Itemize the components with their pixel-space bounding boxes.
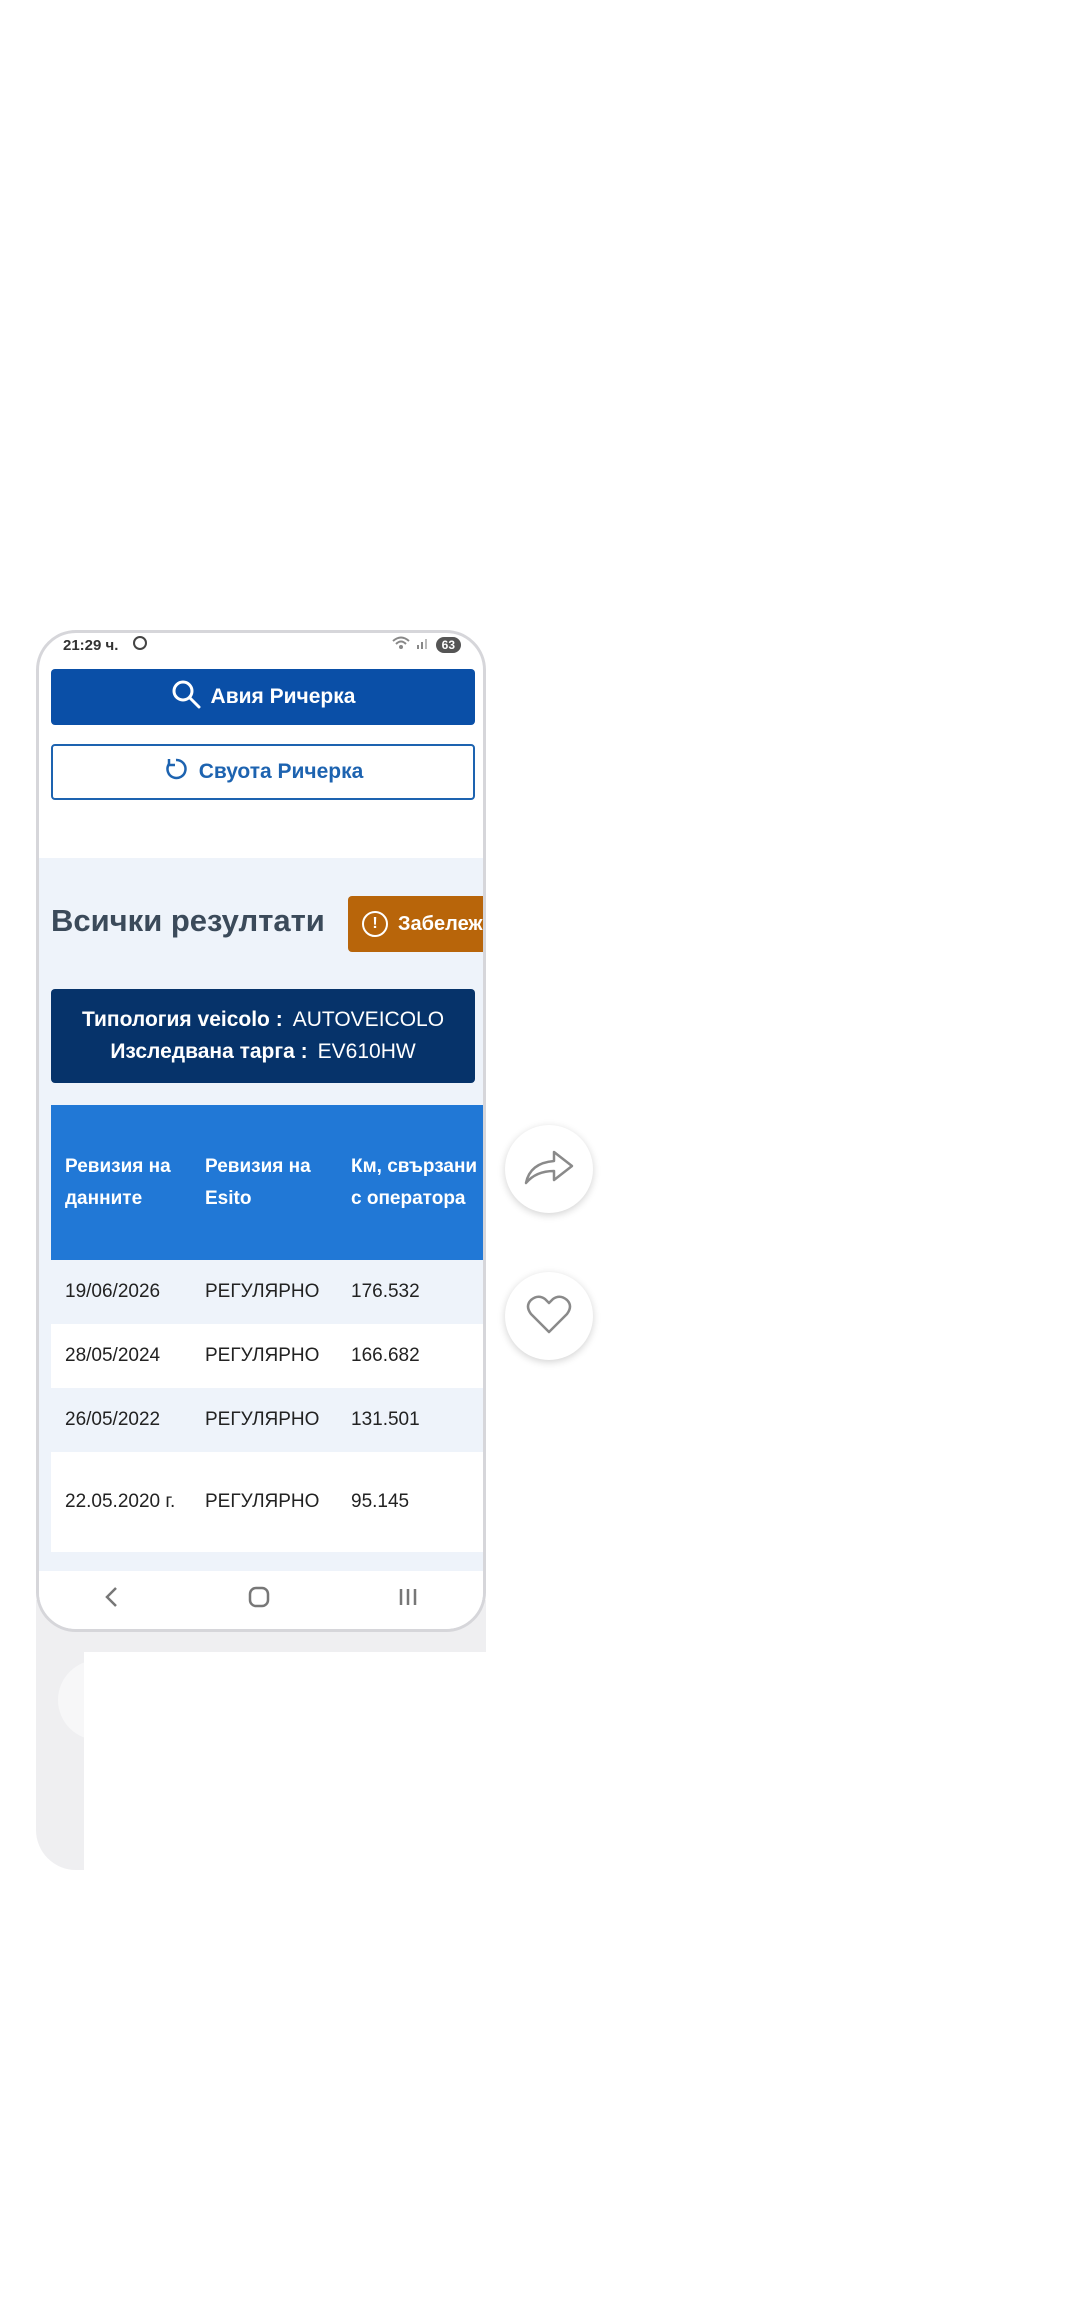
table-row: 22.05.2020 г. РЕГУЛЯРНО 95.145 bbox=[51, 1452, 483, 1552]
share-button[interactable] bbox=[505, 1125, 593, 1213]
back-icon[interactable] bbox=[102, 1585, 122, 1615]
wifi-icon bbox=[391, 636, 410, 653]
plate-line: Изследвана тарга : EV610HW bbox=[110, 1040, 415, 1064]
header-outcome: Ревизия на Esito bbox=[205, 1155, 311, 1209]
cell-km: 131.501 bbox=[351, 1409, 420, 1430]
plate-label: Изследвана тарга : bbox=[110, 1040, 308, 1063]
favorite-button[interactable] bbox=[505, 1272, 593, 1360]
status-bar: 21:29 ч. 63 bbox=[39, 633, 483, 659]
cell-km: 176.532 bbox=[351, 1281, 420, 1302]
revisions-table: Ревизия на данните Ревизия на Esito Км, … bbox=[51, 1105, 483, 1552]
cell-km: 95.145 bbox=[351, 1491, 410, 1512]
results-title: Всички резултати bbox=[51, 903, 325, 938]
cell-date: 26/05/2022 bbox=[65, 1409, 161, 1430]
reset-button-label: Свуота Ричерка bbox=[198, 760, 364, 783]
table-row: 19/06/2026 РЕГУЛЯРНО 176.532 bbox=[51, 1260, 483, 1324]
dnd-icon bbox=[133, 636, 147, 650]
recents-icon[interactable] bbox=[396, 1585, 420, 1615]
cell-outcome: РЕГУЛЯРНО bbox=[205, 1409, 320, 1430]
search-icon bbox=[171, 679, 201, 715]
notice-button-label: Забележ bbox=[398, 912, 483, 935]
cell-outcome: РЕГУЛЯРНО bbox=[205, 1345, 320, 1366]
header-km: Км, свързани с оператора bbox=[351, 1155, 478, 1209]
plate-value: EV610HW bbox=[317, 1040, 416, 1063]
cell-date: 28/05/2024 bbox=[65, 1345, 161, 1366]
system-navbar bbox=[39, 1571, 483, 1629]
search-button-label: Авия Ричерка bbox=[210, 685, 356, 708]
vehicle-type-label: Типология veicolo : bbox=[81, 1008, 283, 1031]
search-button[interactable]: Авия Ричерка bbox=[51, 669, 475, 725]
phone-screenshot: 21:29 ч. 63 Авия Ричерка Свуота Ричерка … bbox=[36, 630, 486, 1632]
share-icon bbox=[522, 1147, 576, 1192]
battery-badge: 63 bbox=[435, 636, 461, 653]
background-panel bbox=[84, 1652, 494, 1892]
cell-outcome: РЕГУЛЯРНО bbox=[205, 1281, 320, 1302]
refresh-icon bbox=[163, 756, 189, 788]
vehicle-type-value: AUTOVEICOLO bbox=[292, 1008, 445, 1031]
status-icons: 63 bbox=[391, 636, 461, 653]
cell-date: 22.05.2020 г. bbox=[65, 1491, 176, 1512]
vehicle-info-box: Типология veicolo : AUTOVEICOLO Изследван… bbox=[51, 989, 475, 1083]
notice-button[interactable]: ! Забележ bbox=[348, 896, 483, 952]
cell-outcome: РЕГУЛЯРНО bbox=[205, 1491, 320, 1512]
reset-button[interactable]: Свуота Ричерка bbox=[51, 744, 475, 800]
heart-icon bbox=[525, 1292, 573, 1341]
signal-icon bbox=[416, 636, 430, 653]
table-header: Ревизия на данните Ревизия на Esito Км, … bbox=[51, 1105, 483, 1260]
cell-date: 19/06/2026 bbox=[65, 1281, 161, 1302]
cell-km: 166.682 bbox=[351, 1345, 420, 1366]
table-row: 28/05/2024 РЕГУЛЯРНО 166.682 bbox=[51, 1324, 483, 1388]
vehicle-type-line: Типология veicolo : AUTOVEICOLO bbox=[82, 1008, 444, 1032]
header-date: Ревизия на данните bbox=[65, 1155, 171, 1209]
table-row: 26/05/2022 РЕГУЛЯРНО 131.501 bbox=[51, 1388, 483, 1452]
status-time: 21:29 ч. bbox=[63, 637, 119, 654]
exclamation-icon: ! bbox=[362, 911, 388, 937]
home-icon[interactable] bbox=[247, 1585, 271, 1615]
